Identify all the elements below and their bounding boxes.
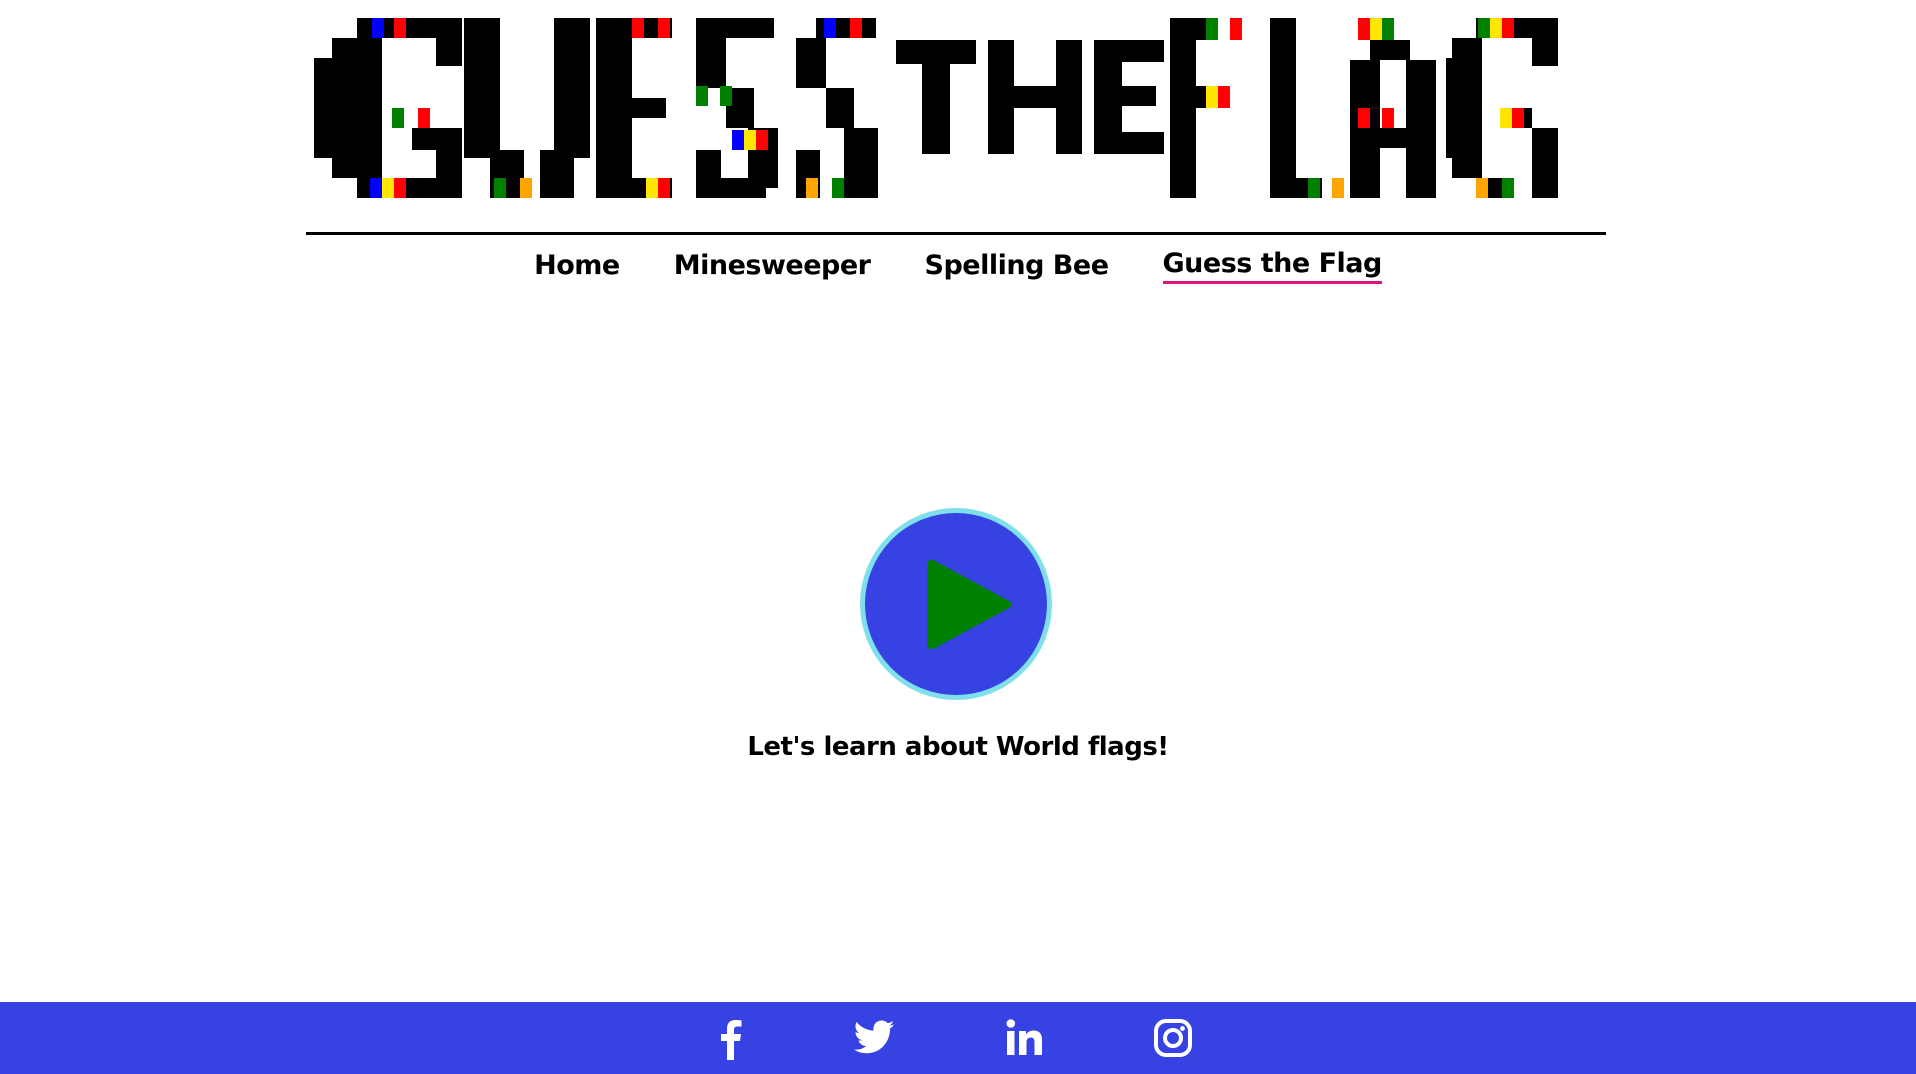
- main-nav: Home Minesweeper Spelling Bee Guess the …: [0, 244, 1916, 288]
- site-banner-title: [306, 0, 1606, 232]
- tagline: Let's learn about World flags!: [747, 732, 1169, 762]
- nav-link-minesweeper[interactable]: Minesweeper: [674, 250, 871, 283]
- instagram-icon[interactable]: [1151, 1016, 1195, 1060]
- site-footer: [0, 1002, 1916, 1074]
- nav-link-guess-the-flag[interactable]: Guess the Flag: [1162, 248, 1382, 284]
- linkedin-icon[interactable]: [1003, 1016, 1047, 1060]
- header-divider: [306, 232, 1606, 235]
- facebook-icon[interactable]: [709, 1016, 753, 1060]
- twitter-icon[interactable]: [852, 1016, 896, 1060]
- play-button[interactable]: [860, 508, 1052, 700]
- nav-link-home[interactable]: Home: [534, 250, 620, 283]
- nav-link-spelling-bee[interactable]: Spelling Bee: [925, 250, 1110, 283]
- play-icon: [927, 559, 1012, 650]
